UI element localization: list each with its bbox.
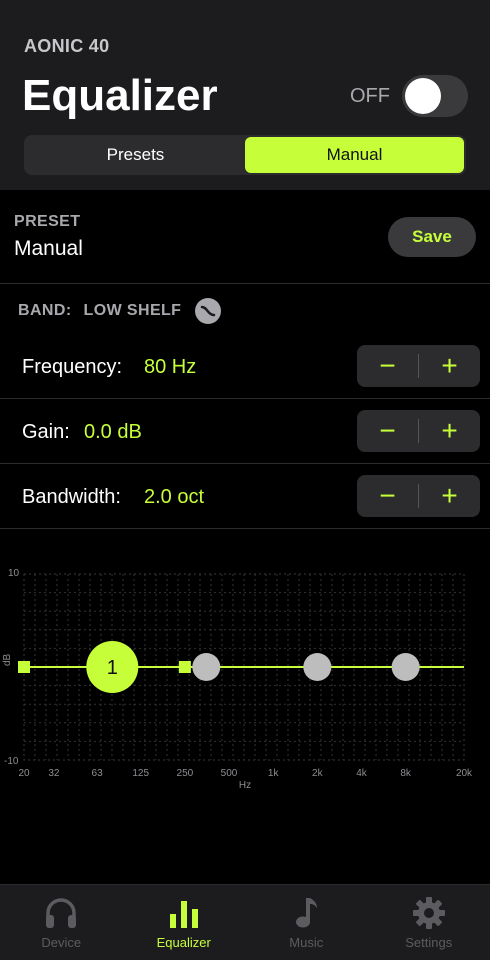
x-tick-label: 8k xyxy=(400,768,412,779)
tab-equalizer[interactable]: Equalizer xyxy=(123,885,246,960)
tab-settings[interactable]: Settings xyxy=(368,885,490,960)
frequency-stepper: − + xyxy=(357,345,480,387)
y-axis-label: dB xyxy=(2,653,13,666)
x-tick-label: 63 xyxy=(92,768,104,779)
tab-device-label: Device xyxy=(41,935,82,950)
music-note-icon xyxy=(288,895,324,931)
low-shelf-icon[interactable] xyxy=(195,298,222,324)
page-title: Equalizer xyxy=(22,71,218,120)
x-tick-labels: 20 32 63 125 250 500 1k 2k 4k 8k 20k xyxy=(18,768,473,779)
save-button[interactable]: Save xyxy=(388,217,476,257)
headphones-icon xyxy=(43,895,79,931)
tab-device[interactable]: Device xyxy=(0,885,123,960)
eq-toggle[interactable] xyxy=(402,75,468,117)
y-tick-min: -10 xyxy=(4,756,19,767)
frequency-label: Frequency: xyxy=(22,356,123,378)
eq-graph[interactable]: 10 -10 dB 20 32 63 125 250 500 1k 2k 4k 8k 20k Hz … xyxy=(0,560,490,800)
band-handle-label: 1 xyxy=(107,657,118,679)
x-tick-label: 20k xyxy=(456,768,473,779)
frequency-plus-button[interactable]: + xyxy=(419,345,480,387)
x-tick-label: 500 xyxy=(221,768,238,779)
bandwidth-row: Bandwidth: 2.0 oct − + xyxy=(0,464,490,529)
mode-segmented-control: Presets Manual xyxy=(24,135,466,175)
band-range-marker xyxy=(178,661,191,673)
gear-icon xyxy=(411,895,447,931)
bandwidth-value: 2.0 oct xyxy=(144,486,205,508)
gain-minus-button[interactable]: − xyxy=(357,410,418,452)
gain-row: Gain: 0.0 dB − + xyxy=(0,399,490,464)
tab-settings-label: Settings xyxy=(405,935,453,950)
gain-label: Gain: xyxy=(22,421,70,443)
tab-music[interactable]: Music xyxy=(245,885,368,960)
gain-value: 0.0 dB xyxy=(84,421,142,443)
frequency-row: Frequency: 80 Hz − + xyxy=(0,334,490,399)
x-axis-label: Hz xyxy=(239,780,251,791)
band-range-marker xyxy=(18,661,30,673)
band-handle-inactive xyxy=(303,653,332,681)
x-tick-label: 32 xyxy=(48,768,60,779)
eq-toggle-group: OFF xyxy=(350,75,468,117)
x-tick-label: 250 xyxy=(177,768,194,779)
preset-value: Manual xyxy=(14,237,83,260)
header: AONIC 40 Equalizer OFF Presets Manual xyxy=(0,0,490,190)
band-type: LOW SHELF xyxy=(83,302,182,319)
x-tick-label: 20 xyxy=(18,768,30,779)
bandwidth-plus-button[interactable]: + xyxy=(419,475,480,517)
y-tick-max: 10 xyxy=(8,568,20,579)
gain-stepper: − + xyxy=(357,410,480,452)
preset-row: PRESET Manual Save xyxy=(0,191,490,284)
toggle-knob xyxy=(405,78,441,114)
tab-equalizer-label: Equalizer xyxy=(156,935,211,950)
x-tick-label: 2k xyxy=(312,768,324,779)
band-handle-inactive xyxy=(192,653,221,681)
band-row: BAND: LOW SHELF xyxy=(18,296,222,326)
x-tick-label: 1k xyxy=(268,768,280,779)
bandwidth-minus-button[interactable]: − xyxy=(357,475,418,517)
bandwidth-label: Bandwidth: xyxy=(22,486,121,508)
segment-presets[interactable]: Presets xyxy=(26,137,245,173)
x-tick-label: 4k xyxy=(356,768,368,779)
device-name: AONIC 40 xyxy=(24,36,110,56)
toggle-label: OFF xyxy=(350,84,390,107)
gain-plus-button[interactable]: + xyxy=(419,410,480,452)
equalizer-bars-icon xyxy=(166,895,202,931)
x-tick-label: 125 xyxy=(132,768,149,779)
tab-music-label: Music xyxy=(289,935,324,950)
band-label: BAND: xyxy=(18,302,72,319)
frequency-minus-button[interactable]: − xyxy=(357,345,418,387)
bandwidth-stepper: − + xyxy=(357,475,480,517)
tab-bar: Device Equalizer Music Settings xyxy=(0,884,490,960)
preset-label: PRESET xyxy=(14,213,81,230)
segment-manual[interactable]: Manual xyxy=(245,137,464,173)
frequency-value: 80 Hz xyxy=(144,356,197,378)
band-handle-inactive xyxy=(391,653,420,681)
